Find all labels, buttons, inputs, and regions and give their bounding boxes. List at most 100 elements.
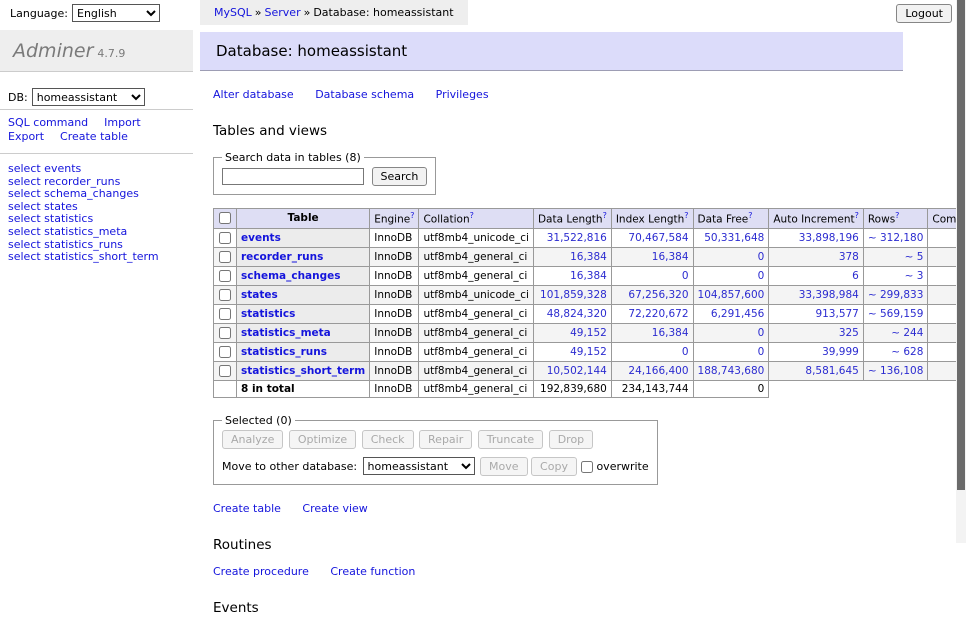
rows-link[interactable]: ~ 299,833: [868, 289, 924, 301]
row-checkbox[interactable]: [219, 232, 231, 244]
sidebar-item-select-table[interactable]: select statistics_runs: [8, 238, 123, 251]
auto-increment-link[interactable]: 33,398,984: [799, 289, 859, 301]
search-button[interactable]: Search: [372, 167, 428, 186]
alter-database-link[interactable]: Alter database: [213, 88, 294, 101]
help-link[interactable]: ?: [470, 211, 474, 220]
copy-button[interactable]: Copy: [531, 457, 577, 476]
index-length-link[interactable]: 0: [682, 270, 689, 282]
index-length-link[interactable]: 16,384: [652, 327, 689, 339]
sidebar-item-select-table[interactable]: select events: [8, 162, 81, 175]
data-free-link[interactable]: 104,857,600: [698, 289, 765, 301]
rows-link[interactable]: ~ 136,108: [868, 365, 924, 377]
database-schema-link[interactable]: Database schema: [315, 88, 414, 101]
search-input[interactable]: [222, 168, 364, 185]
bulk-action-button[interactable]: Truncate: [478, 430, 543, 449]
auto-increment-link[interactable]: 325: [839, 327, 859, 339]
create-table-sidebar-link[interactable]: Create table: [60, 130, 128, 143]
table-name-link[interactable]: recorder_runs: [241, 251, 323, 263]
bulk-action-button[interactable]: Drop: [549, 430, 593, 449]
row-checkbox[interactable]: [219, 346, 231, 358]
sidebar-item-select-table[interactable]: select statistics: [8, 212, 93, 225]
index-length-link[interactable]: 67,256,320: [628, 289, 688, 301]
create-procedure-link[interactable]: Create procedure: [213, 565, 309, 578]
data-length-link[interactable]: 49,152: [570, 327, 607, 339]
table-name-link[interactable]: statistics_meta: [241, 327, 331, 339]
language-select[interactable]: English: [72, 4, 160, 22]
data-free-link[interactable]: 6,291,456: [711, 308, 764, 320]
data-free-link[interactable]: 0: [758, 270, 765, 282]
rows-link[interactable]: ~ 5: [905, 251, 924, 263]
data-free-link[interactable]: 0: [758, 346, 765, 358]
auto-increment-link[interactable]: 33,898,196: [799, 232, 859, 244]
bulk-action-button[interactable]: Check: [362, 430, 414, 449]
data-length-link[interactable]: 16,384: [570, 270, 607, 282]
data-free-link[interactable]: 50,331,648: [704, 232, 764, 244]
index-length-link[interactable]: 24,166,400: [628, 365, 688, 377]
help-link[interactable]: ?: [895, 211, 899, 220]
auto-increment-link[interactable]: 378: [839, 251, 859, 263]
auto-increment-link[interactable]: 913,577: [815, 308, 858, 320]
rows-link[interactable]: ~ 3: [905, 270, 924, 282]
privileges-link[interactable]: Privileges: [436, 88, 489, 101]
auto-increment-link[interactable]: 39,999: [822, 346, 859, 358]
row-checkbox[interactable]: [219, 251, 231, 263]
data-free-link[interactable]: 0: [758, 327, 765, 339]
adminer-logo[interactable]: Adminer: [13, 40, 93, 62]
move-button[interactable]: Move: [480, 457, 528, 476]
sidebar-item-select-table[interactable]: select recorder_runs: [8, 175, 120, 188]
row-checkbox[interactable]: [219, 270, 231, 282]
db-select[interactable]: homeassistant: [32, 88, 145, 106]
bulk-action-button[interactable]: Analyze: [222, 430, 283, 449]
auto-increment-link[interactable]: 6: [852, 270, 859, 282]
data-length-link[interactable]: 101,859,328: [540, 289, 607, 301]
help-link[interactable]: ?: [603, 211, 607, 220]
row-checkbox[interactable]: [219, 327, 231, 339]
data-length-link[interactable]: 31,522,816: [547, 232, 607, 244]
sql-command-link[interactable]: SQL command: [8, 116, 88, 129]
create-table-link[interactable]: Create table: [213, 502, 281, 515]
row-checkbox[interactable]: [219, 289, 231, 301]
row-checkbox[interactable]: [219, 308, 231, 320]
rows-link[interactable]: ~ 569,159: [868, 308, 924, 320]
overwrite-checkbox[interactable]: [581, 461, 593, 473]
data-length-link[interactable]: 48,824,320: [547, 308, 607, 320]
import-link[interactable]: Import: [104, 116, 141, 129]
scrollbar-thumb[interactable]: [957, 0, 965, 490]
data-length-link[interactable]: 10,502,144: [547, 365, 607, 377]
data-length-link[interactable]: 16,384: [570, 251, 607, 263]
table-name-link[interactable]: states: [241, 289, 278, 301]
sidebar-item-select-table[interactable]: select statistics_short_term: [8, 250, 159, 263]
data-length-link[interactable]: 49,152: [570, 346, 607, 358]
help-link[interactable]: ?: [684, 211, 688, 220]
auto-increment-link[interactable]: 8,581,645: [805, 365, 858, 377]
bulk-action-button[interactable]: Optimize: [289, 430, 356, 449]
select-all-checkbox[interactable]: [219, 212, 231, 224]
help-link[interactable]: ?: [410, 211, 414, 220]
create-view-link[interactable]: Create view: [302, 502, 367, 515]
sidebar-item-select-table[interactable]: select statistics_meta: [8, 225, 127, 238]
data-free-link[interactable]: 188,743,680: [698, 365, 765, 377]
table-name-link[interactable]: events: [241, 232, 281, 244]
rows-link[interactable]: ~ 312,180: [868, 232, 924, 244]
export-link[interactable]: Export: [8, 130, 44, 143]
data-free-link[interactable]: 0: [758, 251, 765, 263]
move-db-select[interactable]: homeassistant: [363, 457, 475, 475]
rows-link[interactable]: ~ 244: [891, 327, 923, 339]
row-checkbox[interactable]: [219, 365, 231, 377]
help-link[interactable]: ?: [855, 211, 859, 220]
sidebar-item-select-table[interactable]: select schema_changes: [8, 187, 139, 200]
help-link[interactable]: ?: [748, 211, 752, 220]
sidebar-item-select-table[interactable]: select states: [8, 200, 78, 213]
vertical-scrollbar[interactable]: [956, 0, 966, 543]
index-length-link[interactable]: 72,220,672: [628, 308, 688, 320]
rows-link[interactable]: ~ 628: [891, 346, 923, 358]
create-function-link[interactable]: Create function: [330, 565, 415, 578]
bulk-action-button[interactable]: Repair: [419, 430, 472, 449]
index-length-link[interactable]: 0: [682, 346, 689, 358]
index-length-link[interactable]: 16,384: [652, 251, 689, 263]
table-name-link[interactable]: statistics_short_term: [241, 365, 365, 377]
table-name-link[interactable]: statistics_runs: [241, 346, 327, 358]
index-length-link[interactable]: 70,467,584: [628, 232, 688, 244]
table-name-link[interactable]: statistics: [241, 308, 295, 320]
overwrite-label[interactable]: overwrite: [596, 460, 648, 473]
